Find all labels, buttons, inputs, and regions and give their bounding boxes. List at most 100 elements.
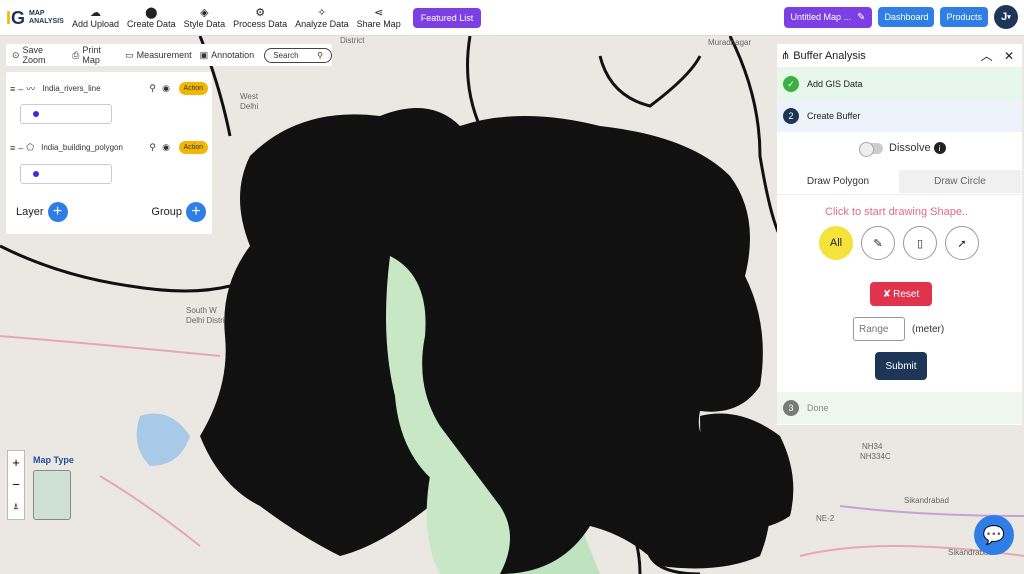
check-icon: ✓ xyxy=(783,76,799,92)
process-icon: ⚙ xyxy=(255,6,266,19)
step-number: 2 xyxy=(783,108,799,124)
dissolve-toggle[interactable] xyxy=(859,141,883,157)
group-label: Group xyxy=(151,206,182,218)
step-number: 3 xyxy=(783,400,799,416)
nav-create-data[interactable]: ⬤ Create Data xyxy=(127,7,176,29)
printer-icon: ⎙ xyxy=(72,49,80,60)
dashboard-button[interactable]: Dashboard xyxy=(878,7,935,27)
logo-text: MAP ANALYSIS xyxy=(29,9,64,25)
zoom-in-button[interactable]: + xyxy=(12,451,20,473)
chat-icon: 💬 xyxy=(982,524,1006,545)
range-row: (meter) xyxy=(853,317,944,341)
eye-icon[interactable]: ◉ xyxy=(162,83,170,94)
map-label: Muradnagar xyxy=(708,38,752,47)
range-input[interactable] xyxy=(853,317,905,341)
step-create-buffer[interactable]: 2 Create Buffer xyxy=(777,100,1022,132)
color-dot xyxy=(33,171,39,177)
layer-style-swatch[interactable] xyxy=(20,164,112,184)
zoom-to-layer-icon[interactable]: ⚲ xyxy=(149,83,156,94)
zoom-out-button[interactable]: − xyxy=(12,473,20,495)
nav-label: Process Data xyxy=(233,18,288,29)
add-layer-control[interactable]: Layer + xyxy=(16,202,68,222)
north-arrow-icon[interactable]: ⍋ xyxy=(13,495,18,517)
print-map-button[interactable]: ⎙ Print Map xyxy=(72,45,117,65)
layer-action-button[interactable]: Action xyxy=(178,141,208,154)
add-layer-icon[interactable]: + xyxy=(47,202,68,222)
map-label: South W xyxy=(186,306,217,315)
close-icon[interactable]: ✕ xyxy=(1004,49,1014,63)
layer-group-row: Layer + Group + xyxy=(16,202,206,222)
drag-handle-icon[interactable]: ≡ xyxy=(10,143,15,153)
dissolve-label: Dissolve xyxy=(889,142,931,154)
top-bar: IG MAP ANALYSIS ☁ Add Upload ⬤ Create Da… xyxy=(0,0,1024,36)
layer-label: Layer xyxy=(16,206,44,218)
share-icon: ⋖ xyxy=(374,6,384,19)
nav-label: Share Map xyxy=(356,18,401,29)
step-label: Add GIS Data xyxy=(807,79,863,89)
drag-handle-icon[interactable]: ≡ xyxy=(10,84,15,94)
layers-panel: ≡ – 〰 India_rivers_line ⚲ ◉ Action ≡ – ⬠… xyxy=(6,72,212,234)
map-title: Untitled Map ... xyxy=(790,12,852,22)
search-input[interactable]: Search ⚲ xyxy=(264,47,332,63)
annotation-icon: ▣ xyxy=(199,49,209,60)
layer-name: India_rivers_line xyxy=(42,84,101,93)
panel-header: ⋔ Buffer Analysis ︿ ✕ xyxy=(777,44,1022,68)
collapse-icon[interactable]: – xyxy=(18,143,23,153)
measurement-button[interactable]: ▭ Measurement xyxy=(125,50,192,61)
annotation-button[interactable]: ▣ Annotation xyxy=(200,50,255,61)
nav-label: Add Upload xyxy=(72,18,120,29)
layer-style-swatch[interactable] xyxy=(20,104,112,124)
draw-polygon-icon[interactable]: ✎ xyxy=(861,226,895,260)
layer-row[interactable]: ≡ – ⬠ India_building_polygon ⚲ ◉ Action xyxy=(10,141,210,154)
add-group-control[interactable]: Group + xyxy=(151,202,206,222)
chat-button[interactable]: 💬 xyxy=(974,515,1014,555)
add-group-icon[interactable]: + xyxy=(186,202,206,222)
pointer-icon[interactable]: ➚ xyxy=(945,226,979,260)
map-label: West xyxy=(240,92,259,101)
cloud-upload-icon: ☁ xyxy=(90,6,102,19)
eye-icon[interactable]: ◉ xyxy=(162,142,170,153)
map-type-label: Map Type xyxy=(33,455,74,465)
tab-draw-circle[interactable]: Draw Circle xyxy=(899,170,1021,193)
zoom-to-layer-icon[interactable]: ⚲ xyxy=(149,142,156,153)
analyze-icon: ✧ xyxy=(317,6,327,19)
map-type-thumbnail[interactable] xyxy=(33,470,71,520)
products-button[interactable]: Products xyxy=(940,7,988,27)
map-label: NH34 xyxy=(862,442,883,451)
nav-share-map[interactable]: ⋖ Share Map xyxy=(357,7,401,29)
collapse-icon[interactable]: – xyxy=(18,84,23,94)
tab-draw-polygon[interactable]: Draw Polygon xyxy=(777,170,899,193)
pencil-icon: ✎ xyxy=(857,11,866,23)
step-done[interactable]: 3 Done xyxy=(777,392,1022,424)
nav-analyze-data[interactable]: ✧ Analyze Data xyxy=(295,7,349,29)
panel-controls: ︿ ✕ xyxy=(981,47,1014,64)
paint-bucket-icon: ◈ xyxy=(200,6,209,19)
nav-label: Analyze Data xyxy=(295,18,349,29)
save-zoom-button[interactable]: ⊙ Save Zoom xyxy=(12,45,64,65)
map-title-button[interactable]: Untitled Map ... ✎ xyxy=(783,6,873,28)
draw-tabs: Draw Polygon Draw Circle xyxy=(777,170,1022,193)
reset-button[interactable]: ✘ Reset xyxy=(870,282,932,306)
ruler-icon: ▭ xyxy=(125,49,134,60)
layer-action-button[interactable]: Action xyxy=(178,82,208,95)
nav-add-upload[interactable]: ☁ Add Upload xyxy=(72,7,119,29)
featured-list-button[interactable]: Featured List xyxy=(412,7,482,28)
step-add-gis-data[interactable]: ✓ Add GIS Data xyxy=(777,68,1022,100)
divider xyxy=(777,194,1022,195)
polygon-layer-icon: ⬠ xyxy=(26,142,35,152)
map-label: NE-2 xyxy=(816,514,835,523)
select-shape-icon[interactable]: ▯ xyxy=(903,226,937,260)
nav-style-data[interactable]: ◈ Style Data xyxy=(184,7,226,29)
app-logo[interactable]: IG MAP ANALYSIS xyxy=(6,9,66,27)
layer-row[interactable]: ≡ – 〰 India_rivers_line ⚲ ◉ Action xyxy=(10,82,210,95)
save-zoom-icon: ⊙ xyxy=(12,49,20,60)
select-all-button[interactable]: All xyxy=(819,226,853,260)
avatar[interactable]: J ▾ xyxy=(994,5,1018,29)
nav-process-data[interactable]: ⚙ Process Data xyxy=(233,7,287,29)
step-label: Create Buffer xyxy=(807,111,861,121)
search-icon: ⚲ xyxy=(317,50,323,60)
collapse-icon[interactable]: ︿ xyxy=(981,49,993,63)
submit-button[interactable]: Submit xyxy=(875,352,927,380)
info-icon[interactable]: i xyxy=(933,142,946,154)
buffer-analysis-panel: ⋔ Buffer Analysis ︿ ✕ ✓ Add GIS Data 2 C… xyxy=(777,44,1022,425)
